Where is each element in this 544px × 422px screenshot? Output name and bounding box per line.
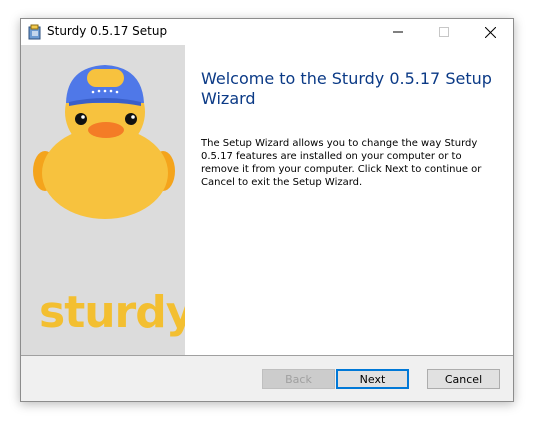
installer-icon <box>27 24 43 40</box>
welcome-content: Welcome to the Sturdy 0.5.17 Setup Wizar… <box>185 45 513 355</box>
title-bar[interactable]: Sturdy 0.5.17 Setup <box>21 19 513 45</box>
banner-panel: sturdy <box>21 45 194 355</box>
description-text: The Setup Wizard allows you to change th… <box>201 138 482 188</box>
setup-window: Sturdy 0.5.17 Setup sturdy Welcome to th… <box>20 18 514 402</box>
footer-divider <box>21 355 513 356</box>
minimize-icon <box>393 31 403 33</box>
close-button[interactable] <box>467 19 513 45</box>
brand-wordmark: sturdy <box>39 287 194 338</box>
close-icon <box>485 26 496 38</box>
minimize-button[interactable] <box>375 19 421 45</box>
cancel-button[interactable]: Cancel <box>427 369 500 389</box>
window-title: Sturdy 0.5.17 Setup <box>47 24 168 38</box>
maximize-icon <box>439 27 449 37</box>
duck-mascot <box>33 65 175 219</box>
next-button[interactable]: Next <box>336 369 409 389</box>
page-title: Welcome to the Sturdy 0.5.17 Setup Wizar… <box>201 69 492 108</box>
back-button[interactable]: Back <box>262 369 335 389</box>
maximize-button[interactable] <box>421 19 467 45</box>
